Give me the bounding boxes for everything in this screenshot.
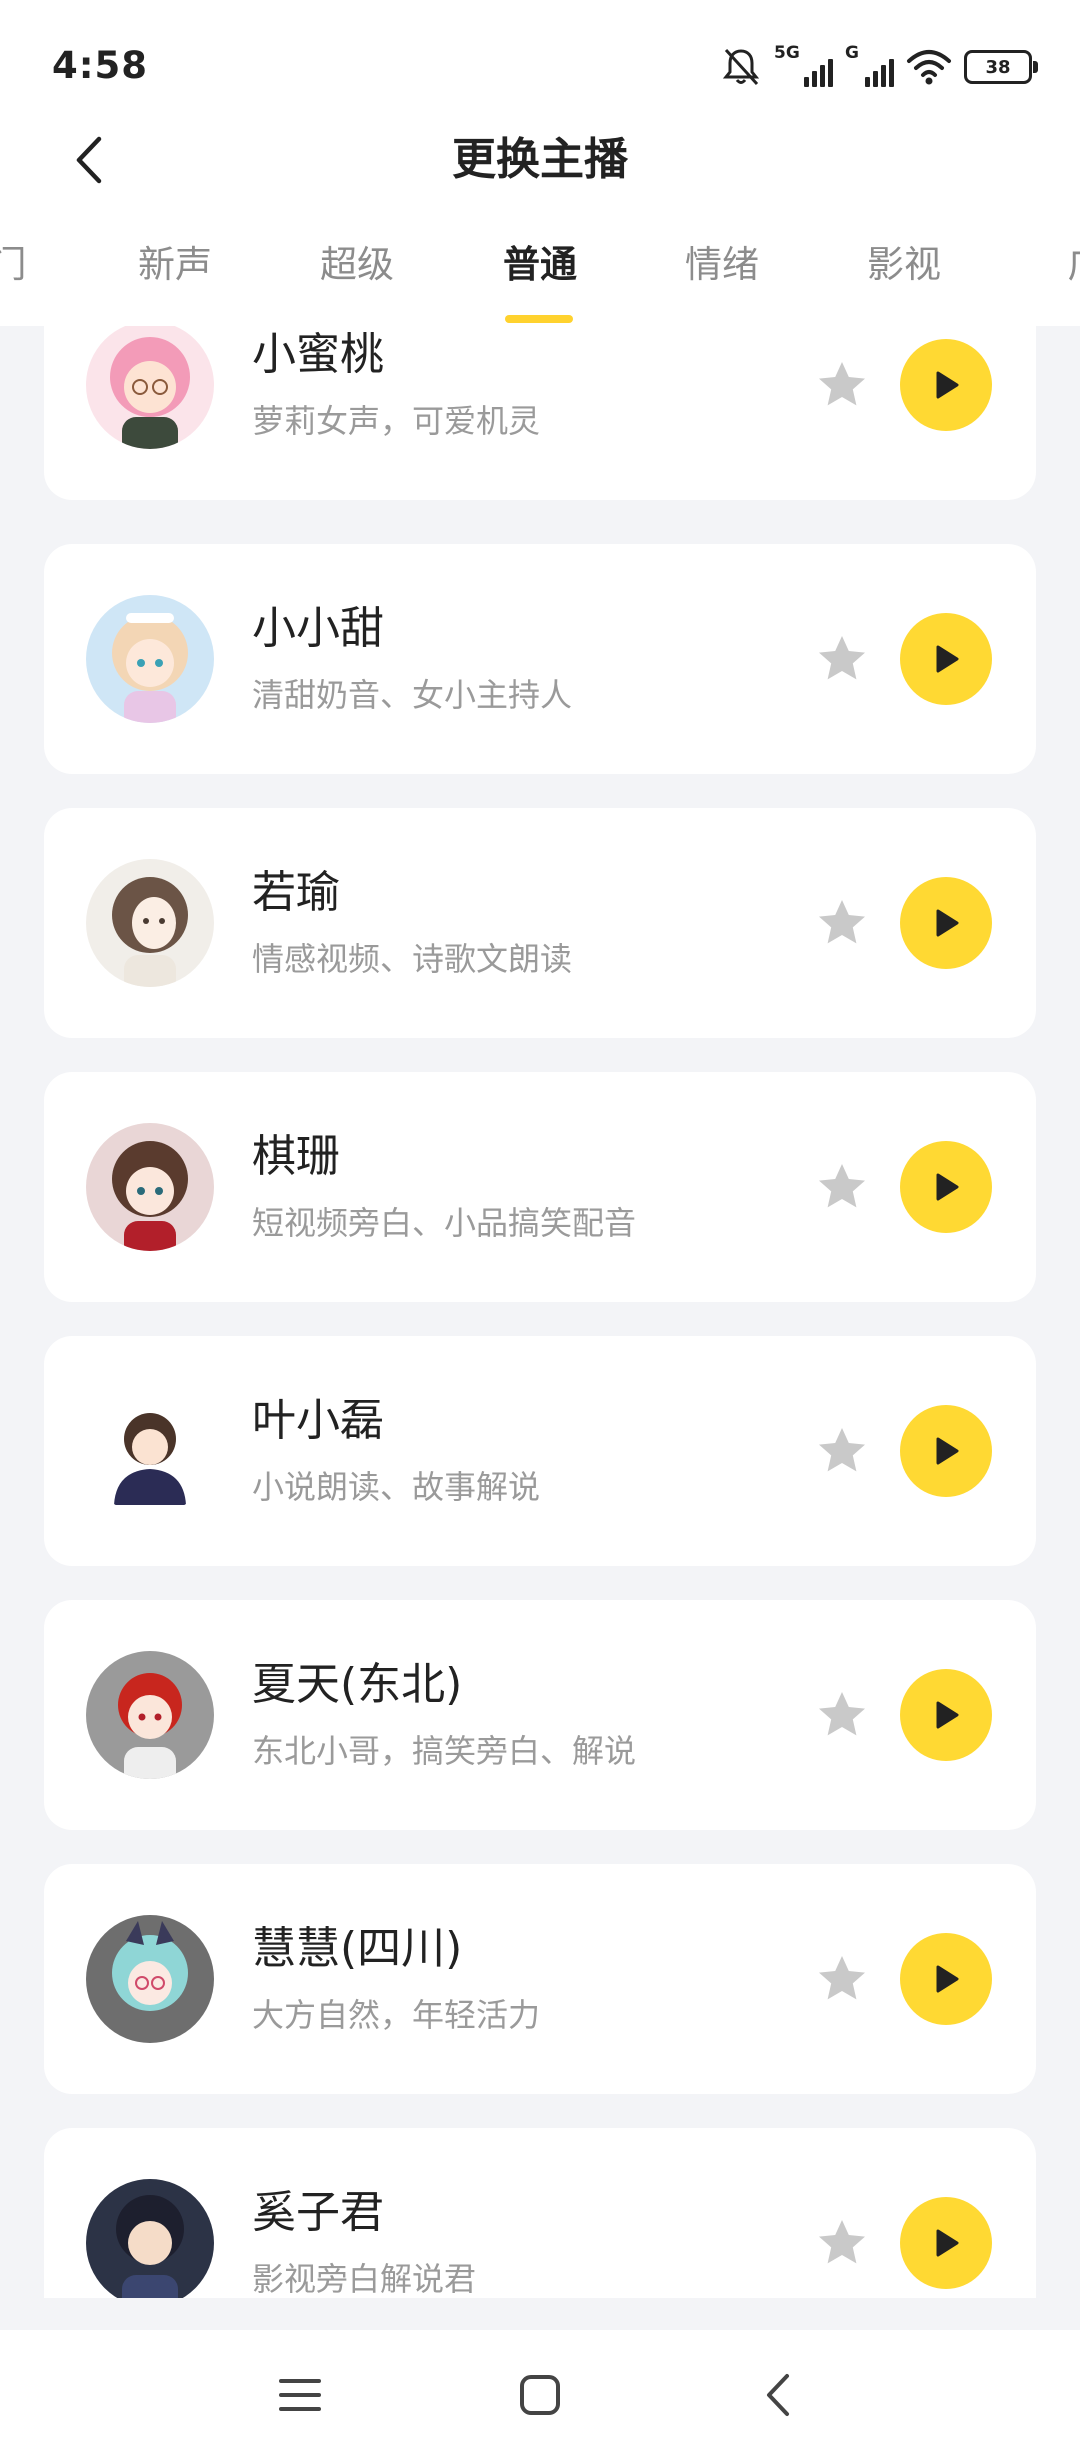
tab-film[interactable]: 影视 xyxy=(829,234,979,288)
play-icon xyxy=(936,909,959,937)
anchor-list[interactable]: 小蜜桃 萝莉女声，可爱机灵 小小甜 清甜奶音、女小主持人 若瑜 情感视频、诗歌文… xyxy=(0,326,1080,2298)
star-icon[interactable] xyxy=(816,359,868,411)
square-icon xyxy=(520,2375,560,2415)
play-icon xyxy=(936,1173,959,1201)
play-icon xyxy=(936,371,959,399)
anchor-card[interactable]: 若瑜 情感视频、诗歌文朗读 xyxy=(44,808,1036,1038)
anchor-desc: 东北小哥，搞笑旁白、解说 xyxy=(252,1732,637,1770)
signal-g-icon: G xyxy=(845,43,894,87)
anchor-name: 慧慧(四川) xyxy=(252,1923,463,1974)
play-icon xyxy=(936,1965,959,1993)
play-button[interactable] xyxy=(900,877,992,969)
anchor-desc: 情感视频、诗歌文朗读 xyxy=(252,940,573,978)
play-icon xyxy=(936,2229,959,2257)
star-icon[interactable] xyxy=(816,633,868,685)
bell-muted-icon xyxy=(722,48,760,86)
anchor-desc: 短视频旁白、小品搞笑配音 xyxy=(252,1204,637,1242)
avatar xyxy=(86,1915,214,2043)
network-type-g: G xyxy=(845,43,859,63)
anchor-card[interactable]: 小小甜 清甜奶音、女小主持人 xyxy=(44,544,1036,774)
avatar xyxy=(86,859,214,987)
play-button[interactable] xyxy=(900,2197,992,2289)
network-type-5g: 5G xyxy=(774,43,800,63)
wifi-icon xyxy=(907,50,951,85)
anchor-desc: 影视旁白解说君 xyxy=(252,2260,477,2298)
signal-5g-icon: 5G xyxy=(774,43,833,87)
battery-indicator: 38 xyxy=(964,50,1038,84)
anchor-name: 棋珊 xyxy=(252,1131,340,1182)
anchor-name: 小小甜 xyxy=(252,603,384,654)
star-icon[interactable] xyxy=(816,1689,868,1741)
anchor-desc: 小说朗读、故事解说 xyxy=(252,1468,541,1506)
anchor-desc: 大方自然，年轻活力 xyxy=(252,1996,541,2034)
tab-super[interactable]: 超级 xyxy=(282,234,432,288)
anchor-desc: 萝莉女声，可爱机灵 xyxy=(252,402,541,440)
play-icon xyxy=(936,645,959,673)
play-button[interactable] xyxy=(900,339,992,431)
system-nav-bar xyxy=(0,2330,1080,2460)
nav-back-button[interactable] xyxy=(738,2360,818,2430)
star-icon[interactable] xyxy=(816,1953,868,2005)
anchor-name: 叶小磊 xyxy=(252,1395,384,1446)
anchor-card[interactable]: 叶小磊 小说朗读、故事解说 xyxy=(44,1336,1036,1566)
nav-home-button[interactable] xyxy=(500,2360,580,2430)
anchor-name: 若瑜 xyxy=(252,867,340,918)
star-icon[interactable] xyxy=(816,897,868,949)
tab-emotion[interactable]: 情绪 xyxy=(647,234,797,288)
anchor-name: 小蜜桃 xyxy=(252,329,384,380)
page-title: 更换主播 xyxy=(452,134,628,185)
tab-new-voice[interactable]: 新声 xyxy=(100,234,250,288)
star-icon[interactable] xyxy=(816,1161,868,1213)
category-tabs: 门 新声 超级 普通 情绪 影视 广 xyxy=(0,210,1080,326)
anchor-card[interactable]: 夏天(东北) 东北小哥，搞笑旁白、解说 xyxy=(44,1600,1036,1830)
status-bar: 4:58 5G G 38 xyxy=(0,0,1080,110)
tab-hot[interactable]: 门 xyxy=(0,234,83,288)
tab-normal[interactable]: 普通 xyxy=(465,234,615,288)
tab-ad[interactable]: 广 xyxy=(1011,234,1080,288)
play-button[interactable] xyxy=(900,1933,992,2025)
chevron-left-icon xyxy=(767,2374,789,2416)
avatar xyxy=(86,326,214,449)
avatar xyxy=(86,1387,214,1515)
status-time: 4:58 xyxy=(52,44,149,87)
star-icon[interactable] xyxy=(816,1425,868,1477)
status-icons: 5G G 38 xyxy=(720,43,1038,90)
play-button[interactable] xyxy=(900,1405,992,1497)
play-icon xyxy=(936,1437,959,1465)
star-icon[interactable] xyxy=(816,2217,868,2269)
avatar xyxy=(86,1123,214,1251)
anchor-name: 奚子君 xyxy=(252,2187,384,2238)
anchor-desc: 清甜奶音、女小主持人 xyxy=(252,676,573,714)
play-button[interactable] xyxy=(900,613,992,705)
menu-icon xyxy=(279,2379,321,2411)
anchor-name: 夏天(东北) xyxy=(252,1659,463,1710)
avatar xyxy=(86,595,214,723)
avatar xyxy=(86,1651,214,1779)
play-button[interactable] xyxy=(900,1669,992,1761)
anchor-card[interactable]: 慧慧(四川) 大方自然，年轻活力 xyxy=(44,1864,1036,2094)
anchor-card[interactable]: 奚子君 影视旁白解说君 xyxy=(44,2128,1036,2298)
play-button[interactable] xyxy=(900,1141,992,1233)
anchor-card[interactable]: 棋珊 短视频旁白、小品搞笑配音 xyxy=(44,1072,1036,1302)
anchor-card[interactable]: 小蜜桃 萝莉女声，可爱机灵 xyxy=(44,326,1036,500)
nav-menu-button[interactable] xyxy=(260,2360,340,2430)
app-header: 更换主播 xyxy=(0,110,1080,210)
avatar xyxy=(86,2179,214,2298)
play-icon xyxy=(936,1701,959,1729)
tab-active-indicator xyxy=(505,315,573,323)
